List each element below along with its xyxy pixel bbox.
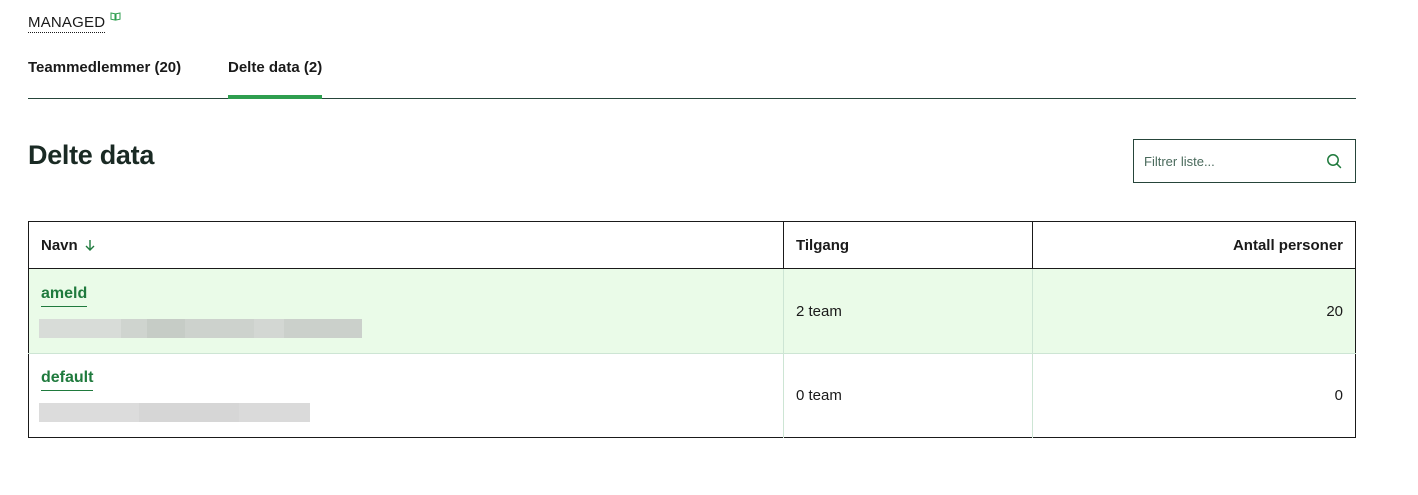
arrow-down-icon (85, 239, 95, 251)
tab-teammedlemmer[interactable]: Teammedlemmer (20) (28, 56, 181, 98)
cell-name: default (28, 353, 784, 438)
cell-name: ameld (28, 268, 784, 354)
page-title: Delte data (28, 140, 155, 170)
search-input[interactable] (1144, 140, 1314, 182)
dataset-link[interactable]: ameld (41, 285, 88, 307)
tab-label: Teammedlemmer (20) (28, 59, 182, 76)
cell-access: 2 team (783, 268, 1033, 354)
column-header-label: Tilgang (796, 236, 850, 254)
column-header-navn[interactable]: Navn (28, 221, 784, 269)
dataset-link[interactable]: default (41, 369, 94, 391)
tab-label: Delte data (2) (228, 59, 323, 76)
shared-data-table: Navn Tilgang Antall personer ameld 2 tea… (28, 221, 1356, 438)
tab-delte-data[interactable]: Delte data (2) (228, 56, 323, 99)
column-header-antall-personer[interactable]: Antall personer (1032, 221, 1356, 269)
cell-access: 0 team (783, 353, 1033, 438)
redacted-description (39, 403, 310, 422)
tab-bar: Teammedlemmer (20) Delte data (2) (28, 56, 1356, 99)
search-field (1133, 139, 1356, 183)
column-header-tilgang[interactable]: Tilgang (783, 221, 1033, 269)
active-tab-indicator (228, 95, 323, 99)
column-header-label: Antall personer (1232, 236, 1343, 254)
table-row: default 0 team 0 (28, 353, 1356, 438)
managed-label[interactable]: MANAGED (28, 14, 106, 33)
cell-count: 0 (1032, 353, 1356, 438)
table-row: ameld 2 team 20 (28, 268, 1356, 354)
book-icon (110, 12, 121, 21)
search-icon[interactable] (1326, 153, 1342, 169)
cell-count: 20 (1032, 268, 1356, 354)
column-header-label: Navn (41, 236, 78, 254)
managed-indicator: MANAGED (28, 12, 121, 33)
redacted-description (39, 318, 362, 338)
table-header-row: Navn Tilgang Antall personer (28, 221, 1356, 269)
